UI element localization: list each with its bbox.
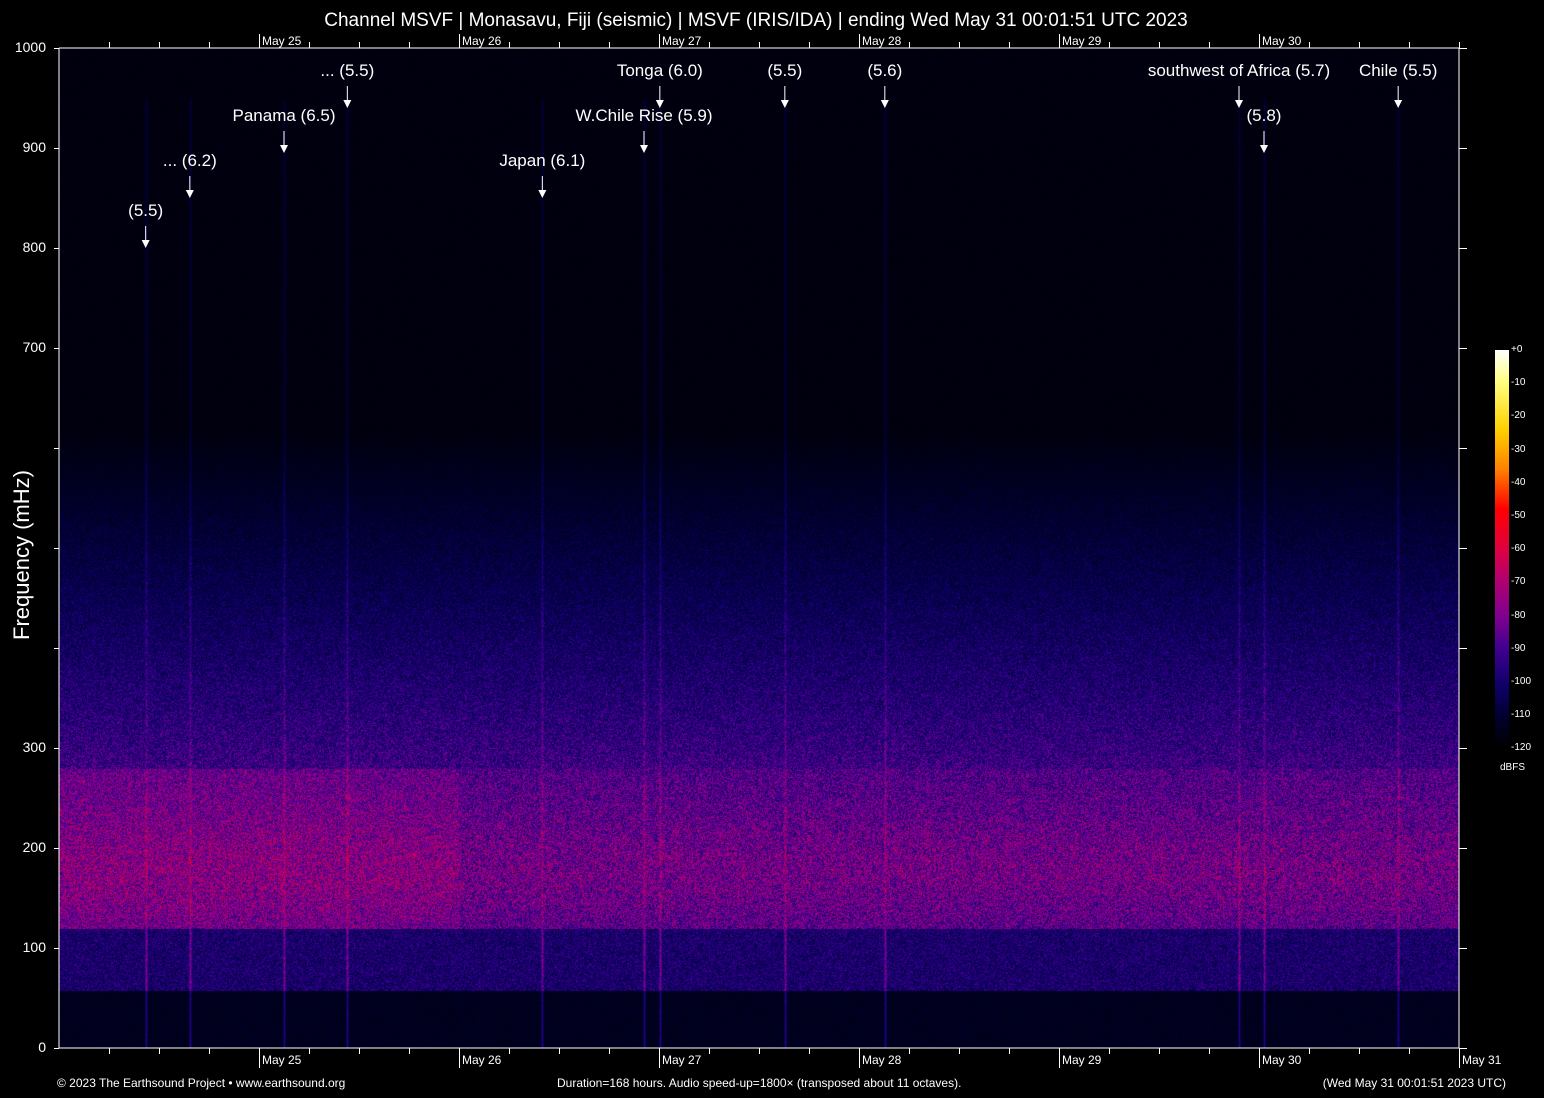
event-arrow-head	[781, 100, 789, 108]
colorbar-tick-label: -100	[1511, 676, 1531, 687]
event-annotation: Japan (6.1)	[499, 151, 585, 171]
y-tick-label: 300	[0, 739, 46, 755]
colorbar	[1495, 350, 1509, 748]
event-arrow-head	[1394, 100, 1402, 108]
x-tick-label-top: May 27	[662, 34, 701, 48]
colorbar-tick-label: -120	[1511, 742, 1531, 753]
event-annotation: (5.5)	[128, 201, 163, 221]
event-arrow-head	[142, 240, 150, 248]
colorbar-tick-label: -70	[1511, 576, 1525, 587]
x-tick-label: May 29	[1062, 1053, 1101, 1067]
event-annotation: Chile (5.5)	[1359, 61, 1437, 81]
x-tick-label: May 25	[262, 1053, 301, 1067]
footer-copyright: © 2023 The Earthsound Project • www.eart…	[57, 1076, 345, 1090]
y-tick-label: 900	[0, 139, 46, 155]
event-arrow-head	[1235, 100, 1243, 108]
colorbar-tick-label: -20	[1511, 410, 1525, 421]
colorbar-tick-label: -50	[1511, 510, 1525, 521]
x-tick-label-top: May 28	[862, 34, 901, 48]
event-arrow-head	[186, 190, 194, 198]
y-tick-label: 100	[0, 939, 46, 955]
colorbar-tick-label: +0	[1511, 344, 1522, 355]
event-arrow-head	[640, 145, 648, 153]
event-annotation: Tonga (6.0)	[617, 61, 703, 81]
y-tick-label: 800	[0, 239, 46, 255]
colorbar-tick-label: -30	[1511, 444, 1525, 455]
x-tick-label-top: May 25	[262, 34, 301, 48]
axes	[0, 0, 1544, 1098]
event-arrow-head	[881, 100, 889, 108]
event-annotation: Panama (6.5)	[233, 106, 336, 126]
x-tick-label: May 28	[862, 1053, 901, 1067]
y-tick-label: 0	[0, 1039, 46, 1055]
event-arrow-head	[343, 100, 351, 108]
colorbar-tick-label: -110	[1511, 709, 1530, 720]
y-tick-label: 700	[0, 339, 46, 355]
event-annotation: southwest of Africa (5.7)	[1148, 61, 1330, 81]
event-annotation: ... (6.2)	[163, 151, 217, 171]
event-annotation: W.Chile Rise (5.9)	[576, 106, 713, 126]
event-annotation: (5.8)	[1247, 106, 1282, 126]
footer-duration: Duration=168 hours. Audio speed-up=1800×…	[557, 1076, 961, 1090]
y-tick-label: 200	[0, 839, 46, 855]
event-annotation: ... (5.5)	[320, 61, 374, 81]
footer-timestamp: (Wed May 31 00:01:51 2023 UTC)	[1323, 1076, 1506, 1090]
x-tick-label-top: May 29	[1062, 34, 1101, 48]
colorbar-tick-label: -40	[1511, 477, 1525, 488]
colorbar-label: dBFS	[1500, 762, 1525, 773]
x-tick-label-top: May 30	[1262, 34, 1301, 48]
x-tick-label: May 27	[662, 1053, 701, 1067]
x-tick-label: May 31	[1462, 1053, 1501, 1067]
x-tick-label-top: May 26	[462, 34, 501, 48]
x-tick-label: May 30	[1262, 1053, 1301, 1067]
y-tick-label: 1000	[0, 39, 46, 55]
event-annotation: (5.6)	[867, 61, 902, 81]
x-tick-label: May 26	[462, 1053, 501, 1067]
event-arrow-head	[538, 190, 546, 198]
colorbar-tick-label: -80	[1511, 610, 1525, 621]
event-arrow-head	[1260, 145, 1268, 153]
colorbar-tick-label: -10	[1511, 377, 1525, 388]
colorbar-tick-label: -60	[1511, 543, 1525, 554]
event-annotation: (5.5)	[767, 61, 802, 81]
event-arrow-head	[280, 145, 288, 153]
colorbar-tick-label: -90	[1511, 643, 1525, 654]
